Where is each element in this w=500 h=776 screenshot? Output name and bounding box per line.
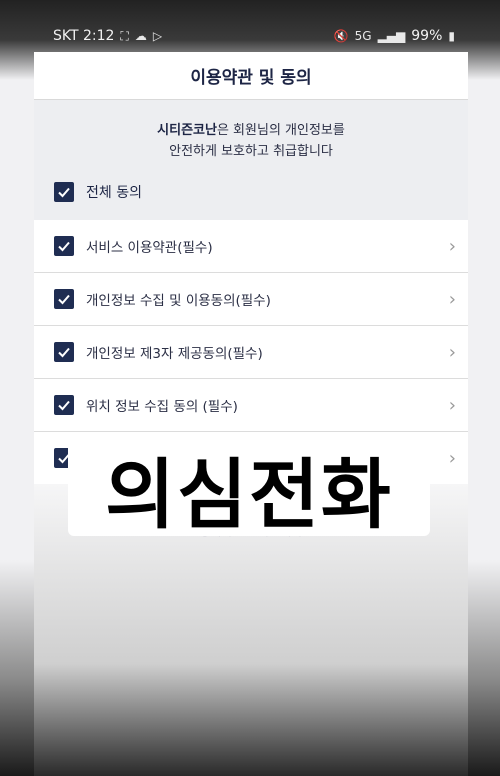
term-label: 개인정보 제3자 제공동의(필수) xyxy=(86,346,263,362)
term-label: 서비스 이용약관(필수) xyxy=(86,240,213,256)
term-row-third-party[interactable]: 개인정보 제3자 제공동의(필수) › xyxy=(34,326,468,379)
check-icon xyxy=(58,347,70,358)
chevron-right-icon[interactable]: › xyxy=(449,236,456,257)
status-right: 🔇 5G ▂▄▆ 99% ▮ xyxy=(334,28,455,44)
status-left: SKT 2:12 ⛶ ☁ ▷ xyxy=(53,28,162,44)
battery-level: 99% xyxy=(411,28,443,44)
intro-text: 시티즌코난은 회원님의 개인정보를 안전하게 보호하고 취급합니다 xyxy=(34,120,468,162)
term-label: 위치 정보 수집 동의 (필수) xyxy=(86,399,238,415)
chevron-right-icon[interactable]: › xyxy=(449,448,456,469)
mute-icon: 🔇 xyxy=(333,29,349,43)
check-icon xyxy=(58,241,70,252)
5g-icon: 5G xyxy=(354,29,372,43)
check-icon xyxy=(58,187,70,198)
battery-icon: ▮ xyxy=(448,29,455,43)
page-title: 이용약관 및 동의 xyxy=(190,68,312,88)
overlay-caption: 의심전화 xyxy=(105,450,393,539)
agree-all-row[interactable]: 전체 동의 xyxy=(54,182,142,202)
term-row-location[interactable]: 위치 정보 수집 동의 (필수) › xyxy=(34,379,468,432)
agree-all-label: 전체 동의 xyxy=(86,185,142,201)
signal-icon: ▂▄▆ xyxy=(377,29,406,43)
chevron-right-icon[interactable]: › xyxy=(449,395,456,416)
agree-all-checkbox[interactable] xyxy=(54,182,74,202)
brand-name: 시티즌코난 xyxy=(157,123,217,138)
carrier-time: SKT 2:12 xyxy=(53,28,115,44)
check-icon xyxy=(58,400,70,411)
intro-line-1: 시티즌코난은 회원님의 개인정보를 xyxy=(34,120,468,141)
intro-section: 시티즌코난은 회원님의 개인정보를 안전하게 보호하고 취급합니다 전체 동의 xyxy=(34,100,468,220)
play-icon: ▷ xyxy=(152,29,163,43)
chevron-right-icon[interactable]: › xyxy=(449,342,456,363)
term-checkbox[interactable] xyxy=(54,289,74,309)
term-row-privacy-collection[interactable]: 개인정보 수집 및 이용동의(필수) › xyxy=(34,273,468,326)
page-header: 이용약관 및 동의 xyxy=(34,52,468,100)
term-checkbox[interactable] xyxy=(54,236,74,256)
phone-screen: SKT 2:12 ⛶ ☁ ▷ 🔇 5G ▂▄▆ 99% ▮ 이용약관 및 동의 … xyxy=(0,0,500,776)
screenshot-icon: ⛶ xyxy=(120,28,129,43)
intro-line-2: 안전하게 보호하고 취급합니다 xyxy=(169,144,333,159)
check-icon xyxy=(58,294,70,305)
cloud-icon: ☁ xyxy=(134,29,147,43)
intro-line-1-rest: 은 회원님의 개인정보를 xyxy=(216,123,345,138)
term-checkbox[interactable] xyxy=(54,342,74,362)
chevron-right-icon[interactable]: › xyxy=(449,289,456,310)
term-checkbox[interactable] xyxy=(54,395,74,415)
term-label: 개인정보 수집 및 이용동의(필수) xyxy=(86,293,271,309)
status-bar: SKT 2:12 ⛶ ☁ ▷ 🔇 5G ▂▄▆ 99% ▮ xyxy=(0,22,500,50)
term-row-service[interactable]: 서비스 이용약관(필수) › xyxy=(34,220,468,273)
